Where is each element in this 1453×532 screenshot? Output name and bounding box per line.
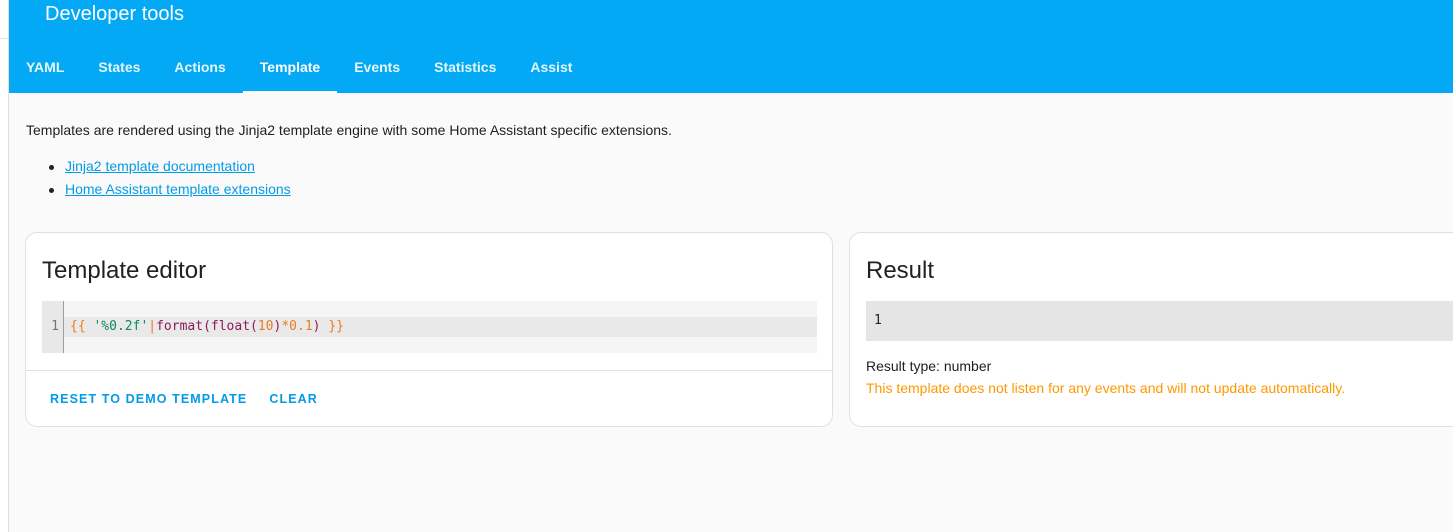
tab-states[interactable]: States (81, 40, 157, 93)
code-line[interactable]: {{ '%0.2f'|format(float(10)*0.1) }} (64, 317, 817, 337)
jinja2-docs-link[interactable]: Jinja2 template documentation (65, 158, 255, 174)
result-card: Result 1 Result type: number This templa… (849, 232, 1453, 427)
tab-statistics[interactable]: Statistics (417, 40, 513, 93)
code-token: ) (312, 319, 321, 334)
template-editor-card: Template editor 1 {{ '%0.2f'|format(floa… (25, 232, 833, 427)
code-token: '%0.2f' (93, 319, 149, 334)
reset-demo-template-button[interactable]: RESET TO DEMO TEMPLATE (42, 381, 255, 417)
tab-template[interactable]: Template (242, 40, 338, 93)
code-token: format(float( (156, 319, 258, 334)
app-header: Developer tools YAML States Actions Temp… (9, 0, 1453, 93)
line-gutter: 1 (42, 301, 64, 353)
editor-title: Template editor (42, 257, 207, 284)
tab-actions[interactable]: Actions (157, 40, 242, 93)
tab-events[interactable]: Events (337, 40, 417, 93)
page-title: Developer tools (45, 3, 184, 25)
code-token: | (148, 319, 157, 334)
line-number: 1 (51, 319, 59, 334)
result-warning: This template does not listen for any ev… (866, 380, 1346, 396)
code-token: }} (328, 319, 344, 334)
code-token: * (281, 319, 290, 334)
intro-text: Templates are rendered using the Jinja2 … (26, 122, 672, 138)
result-output: 1 (866, 301, 1453, 341)
code-token: 10 (257, 319, 274, 334)
list-item: Jinja2 template documentation (47, 155, 291, 178)
sidebar-strip (0, 0, 9, 532)
editor-actions: RESET TO DEMO TEMPLATE CLEAR (26, 370, 832, 427)
result-type: Result type: number (866, 358, 992, 374)
code-token: 0.1 (289, 319, 313, 334)
template-code-editor[interactable]: 1 {{ '%0.2f'|format(float(10)*0.1) }} (42, 301, 817, 353)
list-item: Home Assistant template extensions (47, 178, 291, 201)
code-area[interactable]: {{ '%0.2f'|format(float(10)*0.1) }} (64, 301, 817, 353)
ha-extensions-link[interactable]: Home Assistant template extensions (65, 181, 291, 197)
code-token: {{ (70, 319, 86, 334)
tab-bar: YAML States Actions Template Events Stat… (9, 40, 589, 93)
doc-links: Jinja2 template documentation Home Assis… (47, 155, 291, 201)
result-title: Result (866, 257, 935, 284)
clear-button[interactable]: CLEAR (261, 381, 326, 417)
tab-assist[interactable]: Assist (513, 40, 589, 93)
tab-yaml[interactable]: YAML (9, 40, 81, 93)
